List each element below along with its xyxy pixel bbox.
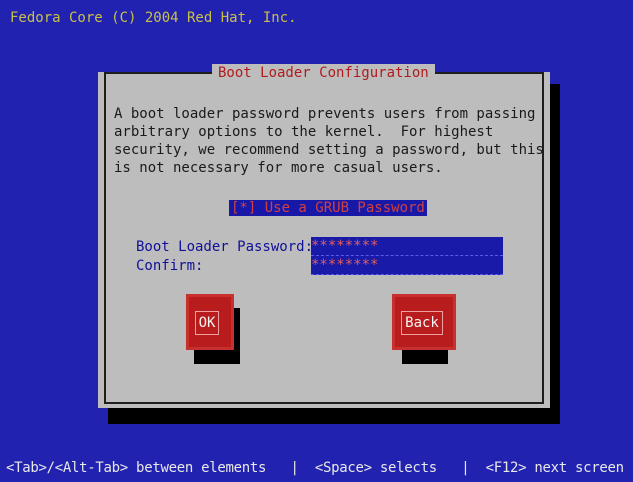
description-line: is not necessary for more casual users. (114, 160, 443, 176)
back-button-label: Back (401, 311, 443, 335)
installer-banner: Fedora Core (C) 2004 Red Hat, Inc. (10, 10, 297, 26)
confirm-field[interactable]: ******** (311, 256, 503, 275)
password-field[interactable]: ******** (311, 237, 503, 256)
ok-button-label: OK (195, 311, 219, 335)
use-grub-password-checkbox[interactable]: [*] Use a GRUB Password (229, 200, 427, 216)
dialog-frame-left (104, 72, 106, 404)
ok-button[interactable]: OK (186, 294, 234, 350)
boot-loader-dialog: Boot Loader Configuration A boot loader … (98, 64, 550, 408)
dialog-frame-bottom (104, 402, 544, 404)
keyboard-help-line: <Tab>/<Alt-Tab> between elements | <Spac… (6, 460, 624, 476)
dialog-title: Boot Loader Configuration (212, 64, 435, 82)
dialog-description: A boot loader password prevents users fr… (114, 105, 544, 177)
password-label: Boot Loader Password: (136, 239, 314, 255)
description-line: arbitrary options to the kernel. For hig… (114, 124, 494, 140)
description-line: A boot loader password prevents users fr… (114, 106, 536, 122)
confirm-label: Confirm: (136, 258, 204, 274)
description-line: security, we recommend setting a passwor… (114, 142, 544, 158)
back-button[interactable]: Back (392, 294, 456, 350)
